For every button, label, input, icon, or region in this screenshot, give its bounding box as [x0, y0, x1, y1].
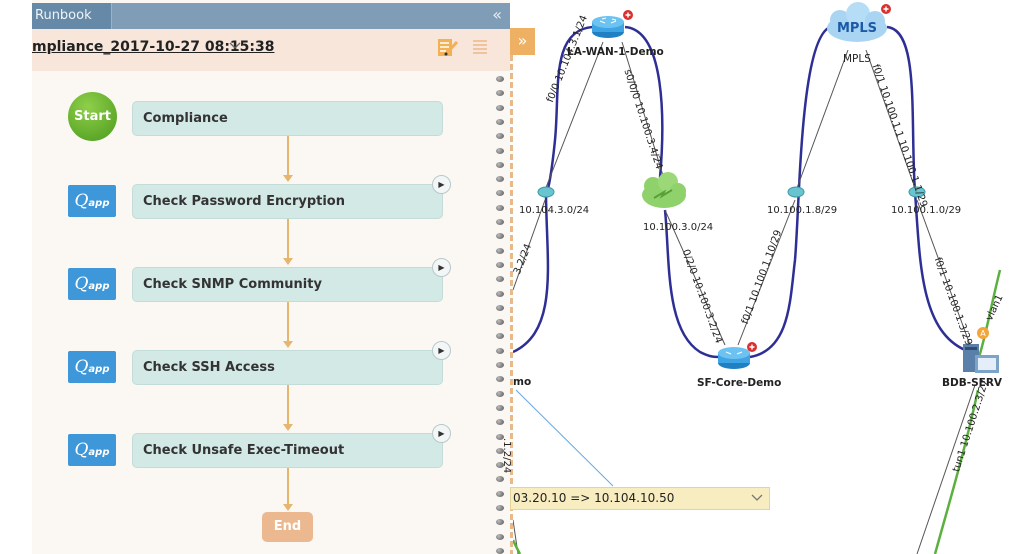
subnet-label: 10.100.3.0/24: [643, 222, 714, 233]
flow-step-node[interactable]: Check SSH Access: [132, 350, 443, 385]
iface-line: [544, 41, 604, 191]
binder-ring: [496, 505, 504, 511]
binder-ring: [496, 76, 504, 82]
play-icon[interactable]: ▶: [432, 341, 451, 360]
binder-ring: [496, 276, 504, 283]
flow-step-node[interactable]: Check SNMP Community: [132, 267, 443, 302]
connector-arrow: [283, 504, 293, 511]
binder-ring: [496, 319, 504, 326]
flow-connector: [287, 302, 289, 342]
binder-ring: [496, 533, 504, 540]
subnet-label: 10.100.1.0/29: [891, 205, 962, 216]
interface-label: .1.2/24: [501, 438, 512, 474]
collapse-panel-icon[interactable]: «: [492, 3, 502, 29]
qapp-icon: Qapp: [68, 434, 116, 466]
subnet-node-icon[interactable]: [787, 186, 805, 198]
device-label[interactable]: mo: [513, 376, 531, 388]
binder-rings: [496, 71, 510, 554]
binder-ring: [496, 104, 504, 111]
flow-connector: [287, 385, 289, 425]
path-selector-value: 03.20.10 => 10.104.10.50: [513, 491, 675, 505]
path-selector[interactable]: 03.20.10 => 10.104.10.50: [510, 487, 770, 510]
chevron-down-icon[interactable]: [229, 39, 241, 54]
binder-ring: [496, 404, 504, 411]
notepad-edit-icon[interactable]: [437, 38, 459, 58]
device-label[interactable]: MPLS: [843, 53, 871, 65]
subnet-node-icon[interactable]: [537, 186, 555, 198]
subnet-label: 10.104.3.0/24: [519, 205, 590, 216]
svg-text:A: A: [980, 329, 986, 338]
tab-runbook[interactable]: Runbook: [32, 3, 112, 29]
play-icon[interactable]: ▶: [432, 424, 451, 443]
flow-canvas: Start Compliance Qapp Check Password Enc…: [32, 71, 498, 554]
connector-arrow: [283, 175, 293, 182]
binder-ring: [496, 390, 504, 397]
flow-step-node[interactable]: Check Unsafe Exec-Timeout: [132, 433, 443, 468]
binder-ring: [496, 247, 504, 254]
connector-arrow: [283, 424, 293, 431]
binder-ring: [496, 147, 504, 154]
connector-arrow: [283, 258, 293, 265]
binder-ring: [496, 519, 504, 526]
binder-ring: [496, 118, 504, 125]
binder-ring: [496, 290, 504, 297]
binder-ring: [496, 419, 504, 426]
binder-ring: [496, 219, 504, 225]
flow-step-node[interactable]: Check Password Encryption: [132, 184, 443, 219]
tab-bar: Runbook «: [32, 3, 510, 29]
play-icon[interactable]: ▶: [432, 258, 451, 277]
end-node[interactable]: End: [262, 512, 313, 542]
qapp-icon: Qapp: [68, 268, 116, 300]
binder-ring: [496, 261, 504, 268]
play-icon[interactable]: ▶: [432, 175, 451, 194]
binder-ring: [496, 376, 504, 383]
binder-ring: [496, 304, 504, 311]
green-links: [513, 269, 1002, 554]
binder-ring: [496, 190, 504, 197]
flow-connector: [287, 219, 289, 259]
runbook-panel: Runbook « mpliance_2017-10-27 08:15:38 S…: [32, 0, 510, 554]
binder-ring: [496, 233, 504, 240]
mpls-cloud-text: MPLS: [837, 21, 877, 36]
router-icon[interactable]: [718, 342, 757, 369]
device-label[interactable]: SF-Core-Demo: [697, 377, 781, 389]
flow-connector: [287, 136, 289, 176]
wan-cloud-icon[interactable]: [642, 172, 686, 208]
iface-line: [916, 384, 976, 554]
binder-ring: [496, 176, 504, 183]
binder-ring: [496, 362, 504, 368]
binder-ring: [496, 90, 504, 97]
subnet-label: 10.100.1.8/29: [767, 205, 838, 216]
binder-ring: [496, 476, 504, 483]
binder-ring: [496, 490, 504, 497]
runbook-header: mpliance_2017-10-27 08:15:38: [32, 29, 510, 71]
path-trace-line: [515, 389, 614, 487]
device-label[interactable]: LA-WAN-1-Demo: [567, 46, 664, 58]
mpls-cloud-icon[interactable]: MPLS: [827, 2, 891, 42]
binder-ring: [496, 347, 504, 354]
chevron-down-icon[interactable]: [751, 488, 763, 509]
binder-ring: [496, 161, 504, 168]
router-icon[interactable]: [592, 10, 633, 38]
flow-connector: [287, 468, 289, 505]
device-label[interactable]: BDB-SERV: [942, 377, 1002, 389]
binder-ring: [496, 133, 504, 140]
flow-node-compliance[interactable]: Compliance: [132, 101, 443, 136]
qapp-icon: Qapp: [68, 351, 116, 383]
start-node[interactable]: Start: [68, 92, 117, 141]
binder-ring: [496, 333, 504, 340]
interface-lines: [513, 41, 976, 554]
list-menu-icon[interactable]: [472, 39, 488, 55]
map-links: [513, 25, 966, 359]
connector-arrow: [283, 341, 293, 348]
binder-ring: [496, 547, 504, 554]
binder-ring: [496, 204, 504, 211]
qapp-icon: Qapp: [68, 185, 116, 217]
